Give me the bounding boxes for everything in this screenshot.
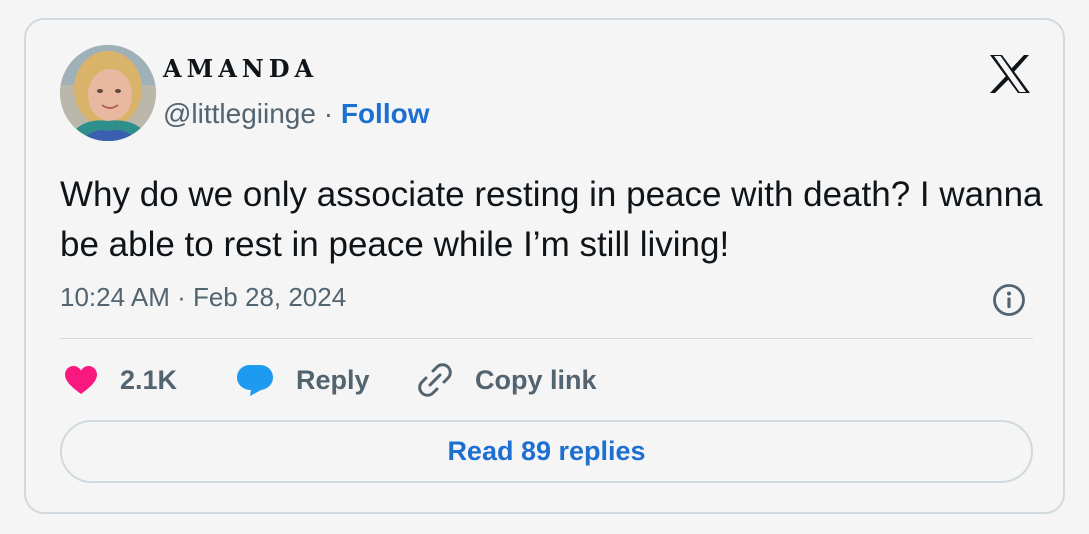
copy-link-label: Copy link [475,364,597,395]
handle[interactable]: @littlegiinge [163,98,316,129]
read-replies-button[interactable]: Read 89 replies [60,420,1033,483]
like-count: 2.1K [120,364,178,395]
tweet-text: Why do we only associate resting in peac… [60,175,1043,264]
separator-dot: · [323,98,334,129]
divider [60,338,1033,339]
x-logo-icon[interactable] [988,54,1032,94]
like-button[interactable]: 2.1K [64,362,177,398]
heart-icon [64,365,98,395]
handle-row: @littlegiinge · Follow [163,98,430,130]
reply-label: Reply [296,364,370,395]
reply-button[interactable]: Reply [236,362,370,398]
copy-link-button[interactable]: Copy link [417,362,597,398]
timestamp[interactable]: 10:24 AM · Feb 28, 2024 [60,282,346,313]
follow-button[interactable]: Follow [341,98,430,129]
tweet-card: AMANDA @littlegiinge · Follow Why do we … [24,18,1065,514]
display-name[interactable]: AMANDA [163,54,318,83]
info-icon[interactable] [992,283,1026,317]
avatar[interactable] [60,45,156,141]
read-replies-label: Read 89 replies [447,436,646,466]
link-icon [417,362,453,398]
speech-bubble-icon [236,363,274,397]
